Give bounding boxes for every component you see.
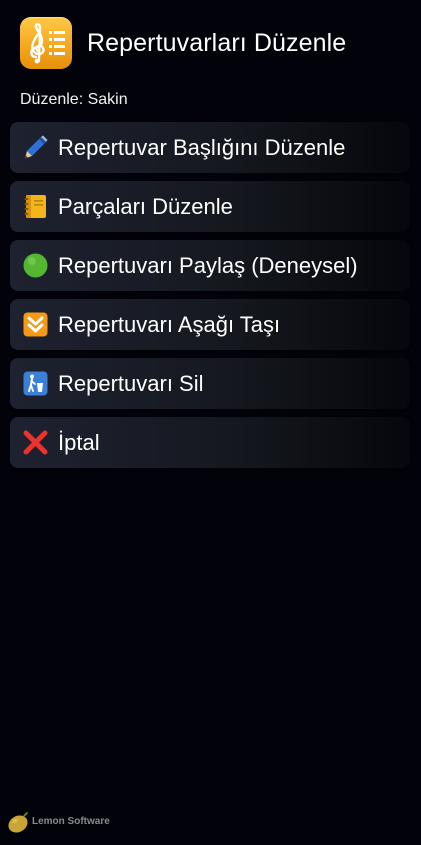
cancel-button[interactable]: İptal [10, 417, 410, 468]
brand-name: Lemon Software [32, 816, 110, 827]
pencil-icon [22, 134, 49, 161]
down-arrow-icon [22, 311, 49, 338]
delete-repertoire-label: Repertuvarı Sil [58, 371, 204, 396]
share-repertoire-button[interactable]: Repertuvarı Paylaş (Deneysel) [10, 240, 410, 291]
footer-branding: Lemon Software [6, 811, 206, 835]
notebook-icon [22, 193, 49, 220]
move-down-button[interactable]: Repertuvarı Aşağı Taşı [10, 299, 410, 350]
page-title: Repertuvarları Düzenle [87, 29, 347, 57]
edit-title-label: Repertuvar Başlığını Düzenle [58, 135, 346, 160]
cross-mark-icon [22, 429, 49, 456]
editing-target-label: Düzenle: Sakin [20, 91, 128, 108]
delete-repertoire-button[interactable]: Repertuvarı Sil [10, 358, 410, 409]
cancel-label: İptal [58, 430, 100, 455]
music-list-icon [20, 17, 72, 69]
edit-songs-label: Parçaları Düzenle [58, 194, 233, 219]
litter-bin-icon [22, 370, 49, 397]
move-down-label: Repertuvarı Aşağı Taşı [58, 312, 281, 337]
share-repertoire-label: Repertuvarı Paylaş (Deneysel) [58, 253, 358, 278]
edit-menu: Repertuvar Başlığını Düzenle Parçaları D… [10, 122, 410, 476]
lemon-icon [6, 811, 30, 840]
edit-songs-button[interactable]: Parçaları Düzenle [10, 181, 410, 232]
app-header: Repertuvarları Düzenle [0, 0, 421, 88]
green-circle-icon [22, 252, 49, 279]
edit-title-button[interactable]: Repertuvar Başlığını Düzenle [10, 122, 410, 173]
